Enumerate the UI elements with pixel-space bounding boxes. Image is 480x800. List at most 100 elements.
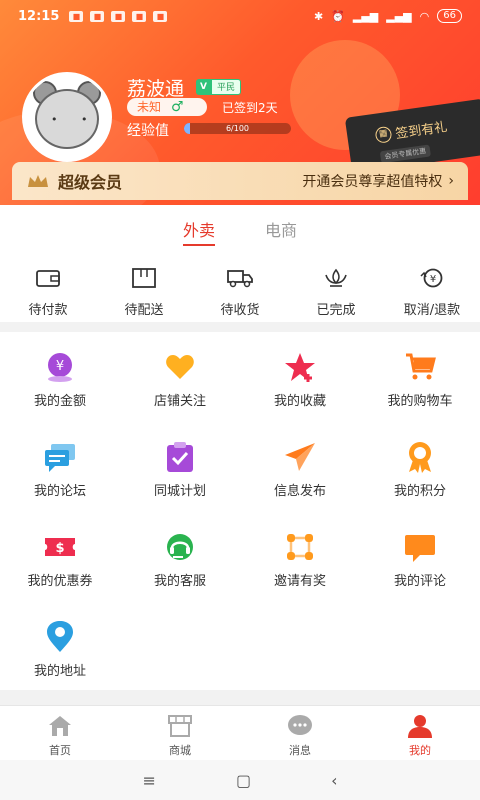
super-vip-banner[interactable]: 超级会员 开通会员尊享超值特权 › (12, 162, 468, 200)
order-pending-delivery[interactable]: 待配送 (96, 267, 192, 318)
order-label: 待付款 (28, 303, 68, 318)
nav-label: 首页 (49, 744, 71, 757)
service-label: 我的收藏 (273, 394, 326, 409)
service-label: 我的金额 (33, 394, 86, 409)
coupon-icon: $ (45, 538, 75, 556)
gender-text: 未知 (137, 100, 162, 114)
battery-icon: 66 (437, 9, 462, 23)
heart-icon (166, 355, 194, 379)
orders-panel: 外卖 电商 待付款 待配送 待收货 已完成 ¥ 取消/退款 (0, 205, 480, 322)
notification-icon: ■ (111, 10, 126, 22)
service-customer-service[interactable]: 我的客服 (120, 512, 240, 602)
service-forum[interactable]: 我的论坛 (0, 422, 120, 512)
exp-progress-text: 6/100 (225, 124, 250, 133)
clipboard-icon (167, 442, 193, 472)
vip-level-badge: V 平民 (196, 79, 241, 95)
order-completed[interactable]: 已完成 (288, 267, 384, 318)
service-cart[interactable]: 我的购物车 (360, 332, 480, 422)
service-label: 我的论坛 (33, 484, 86, 499)
order-status-row: 待付款 待配送 待收货 已完成 ¥ 取消/退款 (0, 267, 480, 318)
wifi-icon: ◠ (419, 9, 430, 23)
service-label: 邀请有奖 (273, 574, 326, 589)
order-label: 取消/退款 (403, 303, 461, 318)
notification-icon: ■ (132, 10, 147, 22)
comment-icon (405, 535, 435, 562)
bluetooth-icon: ✱ (313, 9, 324, 23)
exp-progress-bar: 6/100 (184, 123, 291, 134)
status-bar: 12:15 ■ ■ ■ ■ ■ ✱ ⏰ ▂▄▆ ▂▄▆ ◠ 66 (0, 0, 480, 32)
gender-badge: 未知 ♂ (127, 98, 207, 116)
profile-header: 12:15 ■ ■ ■ ■ ■ ✱ ⏰ ▂▄▆ ▂▄▆ ◠ 66 • • 荔波通… (0, 0, 480, 210)
service-address[interactable]: 我的地址 (0, 602, 120, 692)
service-comments[interactable]: 我的评论 (360, 512, 480, 602)
forum-icon (45, 444, 75, 472)
order-tabs: 外卖 电商 (0, 217, 480, 246)
svg-text:¥: ¥ (430, 274, 436, 285)
service-my-balance[interactable]: ¥ 我的金额 (0, 332, 120, 422)
order-label: 待收货 (220, 303, 260, 318)
sign-in-title-text: 签到有礼 (394, 119, 449, 143)
chevron-right-icon: › (448, 173, 454, 189)
tab-ecommerce[interactable]: 电商 (265, 217, 297, 241)
nav-mine[interactable]: 我的 (360, 706, 480, 760)
notification-icon: ■ (69, 10, 84, 22)
order-pending-payment[interactable]: 待付款 (0, 267, 96, 318)
home-icon (49, 716, 71, 736)
home-button-icon[interactable]: ▢ (236, 771, 251, 790)
medal-icon (409, 442, 431, 473)
service-label: 店铺关注 (153, 394, 206, 409)
signed-days: 已签到2天 (222, 101, 278, 115)
service-label: 信息发布 (273, 484, 326, 499)
network-icon (287, 534, 313, 560)
services-grid: ¥ 我的金额 店铺关注 我的收藏 我的购物车 我的论坛 同城计划 信息发布 我的… (0, 332, 480, 690)
user-icon (408, 715, 432, 738)
nav-store[interactable]: 商城 (120, 706, 240, 760)
super-vip-promo: 开通会员尊享超值特权 (302, 174, 443, 190)
service-label: 我的积分 (393, 484, 446, 499)
lotus-icon (325, 268, 347, 287)
service-favorites[interactable]: 我的收藏 (240, 332, 360, 422)
nav-label: 我的 (409, 744, 431, 757)
tab-takeaway[interactable]: 外卖 (182, 217, 216, 246)
system-navigation-bar: ≡ ▢ ‹ (0, 760, 480, 800)
male-icon: ♂ (171, 99, 184, 115)
service-city-plan[interactable]: 同城计划 (120, 422, 240, 512)
sign-in-title: ▦ 签到有礼 (374, 116, 448, 145)
order-pending-receipt[interactable]: 待收货 (192, 267, 288, 318)
service-label: 我的评论 (393, 574, 446, 589)
status-right: ✱ ⏰ ▂▄▆ ▂▄▆ ◠ 66 (314, 9, 462, 23)
avatar[interactable]: • • (22, 72, 112, 162)
username[interactable]: 荔波通 (127, 74, 184, 101)
service-label: 我的优惠券 (27, 574, 93, 589)
service-label: 我的地址 (33, 664, 86, 679)
super-vip-title: 超级会员 (58, 173, 123, 192)
order-refund[interactable]: ¥ 取消/退款 (384, 267, 480, 318)
star-icon (285, 353, 315, 382)
calendar-icon: ▦ (374, 125, 393, 144)
nav-home[interactable]: 首页 (0, 706, 120, 760)
bottom-navigation: 首页 商城 消息 我的 (0, 705, 480, 760)
service-label: 我的购物车 (387, 394, 453, 409)
avatar-eyes: • • (51, 113, 98, 126)
money-icon: ¥ (48, 353, 72, 382)
service-points[interactable]: 我的积分 (360, 422, 480, 512)
exp-label: 经验值 (127, 123, 169, 139)
chat-icon (288, 715, 312, 735)
headset-icon (167, 534, 193, 560)
svg-text:¥: ¥ (56, 359, 64, 374)
service-label: 同城计划 (153, 484, 206, 499)
nav-messages[interactable]: 消息 (240, 706, 360, 760)
notification-icon: ■ (153, 10, 168, 22)
service-post-info[interactable]: 信息发布 (240, 422, 360, 512)
menu-icon[interactable]: ≡ (143, 771, 156, 790)
service-invite-reward[interactable]: 邀请有奖 (240, 512, 360, 602)
notification-icon: ■ (90, 10, 105, 22)
order-label: 待配送 (124, 303, 164, 318)
signal-icon: ▂▄▆ (386, 9, 412, 23)
svg-text:$: $ (55, 541, 64, 556)
back-icon[interactable]: ‹ (331, 771, 337, 790)
service-store-follow[interactable]: 店铺关注 (120, 332, 240, 422)
service-coupons[interactable]: $ 我的优惠券 (0, 512, 120, 602)
wallet-icon (36, 270, 60, 287)
box-icon (132, 268, 156, 288)
